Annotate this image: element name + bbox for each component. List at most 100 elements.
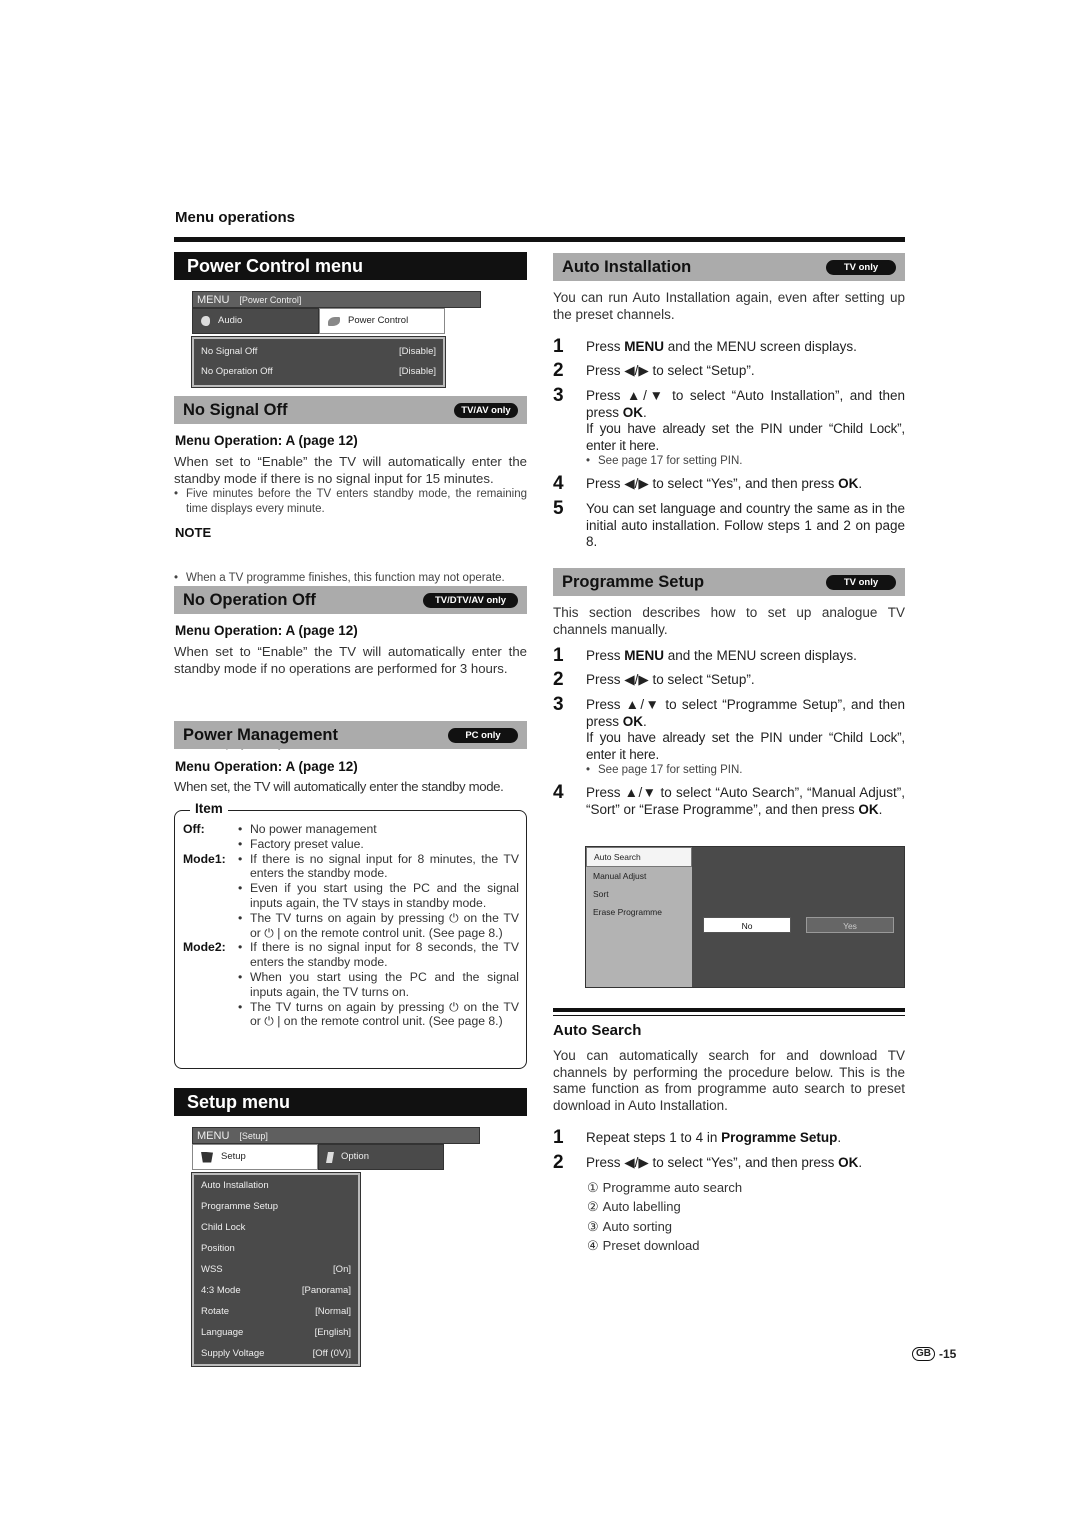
section-title: Power Management [183, 726, 338, 744]
badge: TV only [826, 260, 896, 275]
osd-tab-label: Option [341, 1151, 369, 1162]
item-bullet: No power management [238, 822, 519, 837]
step-text-part: Repeat steps 1 to 4 in [586, 1130, 722, 1145]
circled-number: ① [587, 1180, 599, 1195]
step-text: Press ▲/▼ to select “Programme Setup”, a… [586, 697, 905, 763]
osd-item-label: No Signal Off [201, 346, 258, 357]
power-management-description: When set, the TV will automatically ente… [174, 779, 504, 794]
osd-item[interactable]: WSS [On] [194, 1259, 358, 1280]
page-number: -15 [939, 1347, 957, 1361]
sublist-text: Auto labelling [602, 1199, 681, 1215]
step: 2 Press ◀/▶ to select “Yes”, and then pre… [553, 1152, 905, 1173]
osd-item[interactable]: Rotate [Normal] [194, 1301, 358, 1322]
yes-button[interactable]: Yes [806, 917, 894, 933]
sublist-item: ② Auto labelling [587, 1197, 742, 1216]
step: 2 Press ◀/▶ to select “Setup”. [553, 360, 905, 381]
item-key: Off: [183, 822, 205, 836]
step-text: Repeat steps 1 to 4 in Programme Setup. [586, 1130, 905, 1147]
osd-item[interactable]: Child Lock [194, 1217, 358, 1238]
step-text: Press ◀/▶ to select “Yes”, and then pres… [586, 476, 905, 493]
auto-installation-heading: Auto Installation TV only [553, 253, 905, 281]
osd-item[interactable]: 4:3 Mode [Panorama] [194, 1280, 358, 1301]
step-text-part: You can set language and country the sam… [586, 501, 905, 549]
step-text: Press MENU and the MENU screen displays. [586, 648, 905, 665]
step-text: Press ◀/▶ to select “Yes”, and then pres… [586, 1155, 905, 1172]
osd-tab-audio[interactable]: Audio [192, 308, 319, 334]
step-text: Press ◀/▶ to select “Setup”. [586, 672, 905, 689]
step-key: OK [858, 801, 879, 817]
programme-setup-intro: This section describes how to set up ana… [553, 605, 905, 637]
step-text-part: . [878, 801, 883, 817]
step-text: Press MENU and the MENU screen displays. [586, 339, 905, 356]
osd-item-value: [Disable] [399, 366, 436, 377]
osd-item[interactable]: Erase Programme [586, 903, 692, 921]
osd-item-no-operation-off[interactable]: No Operation Off [Disable] [194, 362, 443, 382]
speaker-icon [201, 316, 210, 326]
osd-item-list: No Signal Off [Disable] No Operation Off… [191, 336, 446, 388]
sublist-item: ① Programme auto search [587, 1178, 742, 1197]
step-key: MENU [624, 648, 665, 663]
osd-item[interactable]: Supply Voltage [Off (0V)] [194, 1343, 358, 1364]
item-bullet: If there is no signal input for 8 minute… [238, 852, 519, 882]
osd-tab-label: Audio [218, 315, 243, 326]
remote-icon [326, 1151, 334, 1163]
osd-title-bar: MENU [Setup] [192, 1127, 480, 1144]
osd-item[interactable]: Manual Adjust [586, 867, 692, 885]
auto-search-rule-thin [553, 1015, 905, 1016]
item-list: Off: No power management Factory preset … [183, 822, 519, 1029]
tools-icon [201, 1151, 213, 1163]
osd-item-no-signal-off[interactable]: No Signal Off [Disable] [194, 342, 443, 362]
osd-tab-label: Power Control [348, 315, 409, 326]
osd-item[interactable]: Programme Setup [194, 1196, 358, 1217]
osd-item-label: Position [201, 1243, 235, 1254]
step-text: You can set language and country the sam… [586, 501, 905, 551]
step-number: 3 [553, 694, 564, 715]
power-control-title: Power Control menu [174, 252, 527, 280]
sublist-item: ④ Preset download [587, 1236, 742, 1255]
auto-search-title: Auto Search [553, 1022, 642, 1039]
step-number: 3 [553, 385, 564, 406]
osd-menu-path: [Power Control] [239, 295, 302, 305]
item-mode2: Mode2: If there is no signal input for 8… [183, 940, 519, 1029]
step: 4 Press ◀/▶ to select “Yes”, and then pre… [553, 473, 905, 494]
osd-item-label: Rotate [201, 1306, 229, 1317]
step-number: 1 [553, 336, 564, 357]
section-title: No Operation Off [183, 591, 316, 609]
osd-tab-power-control[interactable]: Power Control [319, 308, 445, 334]
step-key: OK [622, 404, 644, 420]
step-extra: If you have already set the PIN under “C… [586, 421, 905, 453]
section-title: Auto Installation [562, 258, 692, 276]
step-sub-bullet: See page 17 for setting PIN. [586, 454, 905, 469]
step-extra: If you have already set the PIN under “C… [586, 730, 905, 762]
step-key: OK [622, 713, 644, 729]
page-footer: GB -15 [912, 1347, 956, 1361]
osd-item-label: Programme Setup [201, 1201, 279, 1212]
osd-item[interactable]: Sort [586, 885, 692, 903]
item-key: Mode1: [183, 851, 226, 866]
osd-tab-setup[interactable]: Setup [192, 1144, 318, 1170]
osd-item-label: WSS [201, 1264, 223, 1275]
menu-operation-ref: Menu Operation: A (page 12) [175, 433, 358, 448]
step-key: OK [838, 1155, 859, 1170]
circled-number: ④ [587, 1237, 599, 1253]
step-text-part: Press ◀/▶ to select “Setup”. [586, 672, 755, 687]
badge: PC only [448, 728, 518, 743]
osd-title-bar: MENU [Power Control] [192, 291, 481, 308]
item-bullet-power-button: The TV turns on again by pressing ⏻ on t… [238, 911, 519, 941]
osd-item[interactable]: Language [English] [194, 1322, 358, 1343]
osd-item-label: Supply Voltage [201, 1348, 265, 1359]
badge: TV/DTV/AV only [423, 593, 518, 608]
osd-item[interactable]: Position [194, 1238, 358, 1259]
step-text-part: Press ◀/▶ to select “Yes”, and then pres… [586, 476, 839, 491]
osd-item[interactable]: Auto Search [586, 847, 692, 867]
osd-item-label: 4:3 Mode [201, 1285, 241, 1296]
step-key: OK [838, 476, 859, 491]
item-mode1: Mode1: If there is no signal input for 8… [183, 852, 519, 941]
osd-item[interactable]: Auto Installation [194, 1175, 358, 1196]
step-number: 2 [553, 360, 564, 381]
bullet-note: Five minutes before the TV enters standb… [174, 487, 527, 517]
osd-item-label: No Operation Off [201, 366, 273, 377]
osd-tab-option[interactable]: Option [318, 1144, 444, 1170]
step: 4 Press ▲/▼ to select “Auto Search”, “Man… [553, 782, 905, 818]
no-button[interactable]: No [703, 917, 791, 933]
